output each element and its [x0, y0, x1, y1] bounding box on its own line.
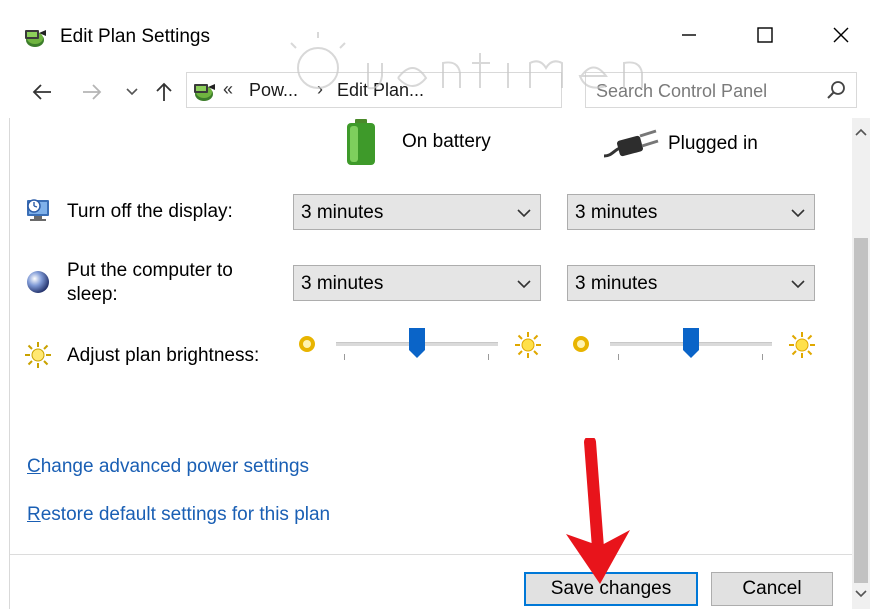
- scroll-down-button[interactable]: [852, 584, 870, 602]
- red-arrow-icon: [566, 438, 630, 584]
- breadcrumb-power-options[interactable]: Pow...: [249, 80, 298, 101]
- scroll-up-button[interactable]: [852, 124, 870, 142]
- power-plug-icon: [603, 129, 659, 158]
- on-battery-label: On battery: [402, 131, 491, 152]
- sleep-moon-icon: [27, 271, 49, 293]
- arrow-left-icon: [32, 84, 51, 100]
- maximize-icon: [757, 27, 773, 43]
- save-changes-button[interactable]: Save changes: [524, 572, 698, 606]
- slider-tick: [488, 354, 489, 360]
- vertical-scrollbar[interactable]: [852, 118, 870, 609]
- display-plugged-value: 3 minutes: [575, 202, 658, 223]
- minimize-button[interactable]: [666, 14, 712, 56]
- address-bar[interactable]: « Pow... › Edit Plan...: [186, 72, 734, 108]
- link-text: hange advanced power settings: [40, 456, 310, 477]
- search-input[interactable]: Search Control Panel: [596, 81, 767, 102]
- sleep-label-line2: sleep:: [67, 284, 118, 305]
- chevron-up-icon: [855, 128, 867, 136]
- recent-locations-button[interactable]: [118, 78, 146, 106]
- edit-plan-settings-window: Edit Plan Settings « Pow... › Edit Plan.…: [0, 0, 870, 609]
- chevron-down-icon: [517, 209, 531, 218]
- chevron-down-icon: [126, 88, 138, 96]
- arrow-right-icon: [83, 84, 102, 100]
- minimize-icon: [682, 34, 696, 36]
- scrollbar-thumb[interactable]: [854, 238, 868, 583]
- slider-tick: [618, 354, 619, 360]
- sleep-plugged-value: 3 minutes: [575, 273, 658, 294]
- back-button[interactable]: [28, 78, 56, 106]
- up-button[interactable]: [150, 78, 178, 106]
- window-title: Edit Plan Settings: [60, 26, 210, 47]
- slider-thumb[interactable]: [409, 328, 425, 358]
- title-bar: Edit Plan Settings: [0, 0, 870, 70]
- chevron-down-icon: [791, 209, 805, 218]
- sleep-label-line1: Put the computer to: [67, 260, 233, 281]
- display-timer-icon: [27, 199, 49, 221]
- footer-divider: [10, 554, 852, 555]
- brightness-setting-label: Adjust plan brightness:: [67, 345, 260, 366]
- forward-button[interactable]: [78, 78, 106, 106]
- battery-icon: [347, 119, 375, 165]
- plugged-in-header: Plugged in: [602, 124, 758, 164]
- cancel-button[interactable]: Cancel: [711, 572, 833, 606]
- change-advanced-power-settings-link[interactable]: Change advanced power settings: [27, 456, 309, 478]
- power-plan-icon: [25, 30, 46, 47]
- display-setting-label: Turn off the display:: [67, 201, 233, 222]
- brightness-sun-icon: [25, 342, 51, 368]
- brightness-low-icon: [573, 336, 589, 352]
- plugged-in-label: Plugged in: [668, 133, 758, 154]
- link-access-key: R: [27, 504, 41, 525]
- brightness-battery-slider[interactable]: [336, 328, 498, 368]
- breadcrumb-edit-plan[interactable]: Edit Plan...: [337, 80, 424, 101]
- slider-thumb[interactable]: [683, 328, 699, 358]
- chevron-down-icon: [517, 280, 531, 289]
- arrow-up-icon: [156, 82, 172, 101]
- sleep-battery-select[interactable]: 3 minutes: [293, 265, 541, 301]
- restore-default-settings-link[interactable]: Restore default settings for this plan: [27, 504, 330, 526]
- close-icon: [833, 27, 849, 43]
- link-text: estore default settings for this plan: [40, 504, 331, 525]
- sleep-battery-value: 3 minutes: [301, 273, 384, 294]
- slider-tick: [762, 354, 763, 360]
- power-plan-icon: [194, 84, 215, 101]
- close-button[interactable]: [818, 14, 864, 56]
- chevron-down-icon: [855, 590, 867, 598]
- maximize-button[interactable]: [742, 14, 788, 56]
- brightness-high-icon: [515, 332, 541, 358]
- breadcrumb-separator[interactable]: ›: [317, 79, 323, 100]
- brightness-plugged-slider[interactable]: [610, 328, 772, 368]
- sleep-plugged-select[interactable]: 3 minutes: [567, 265, 815, 301]
- on-battery-header: On battery: [344, 118, 491, 166]
- chevron-down-icon: [791, 280, 805, 289]
- sleep-setting-label: Put the computer to sleep:: [67, 259, 233, 307]
- display-battery-value: 3 minutes: [301, 202, 384, 223]
- search-box[interactable]: Search Control Panel: [585, 72, 857, 108]
- brightness-low-icon: [299, 336, 315, 352]
- window-left-border: [9, 118, 10, 609]
- slider-tick: [344, 354, 345, 360]
- display-plugged-select[interactable]: 3 minutes: [567, 194, 815, 230]
- link-access-key: C: [27, 456, 41, 477]
- breadcrumb-overflow[interactable]: «: [223, 79, 233, 100]
- search-icon[interactable]: [826, 79, 848, 101]
- display-battery-select[interactable]: 3 minutes: [293, 194, 541, 230]
- brightness-high-icon: [789, 332, 815, 358]
